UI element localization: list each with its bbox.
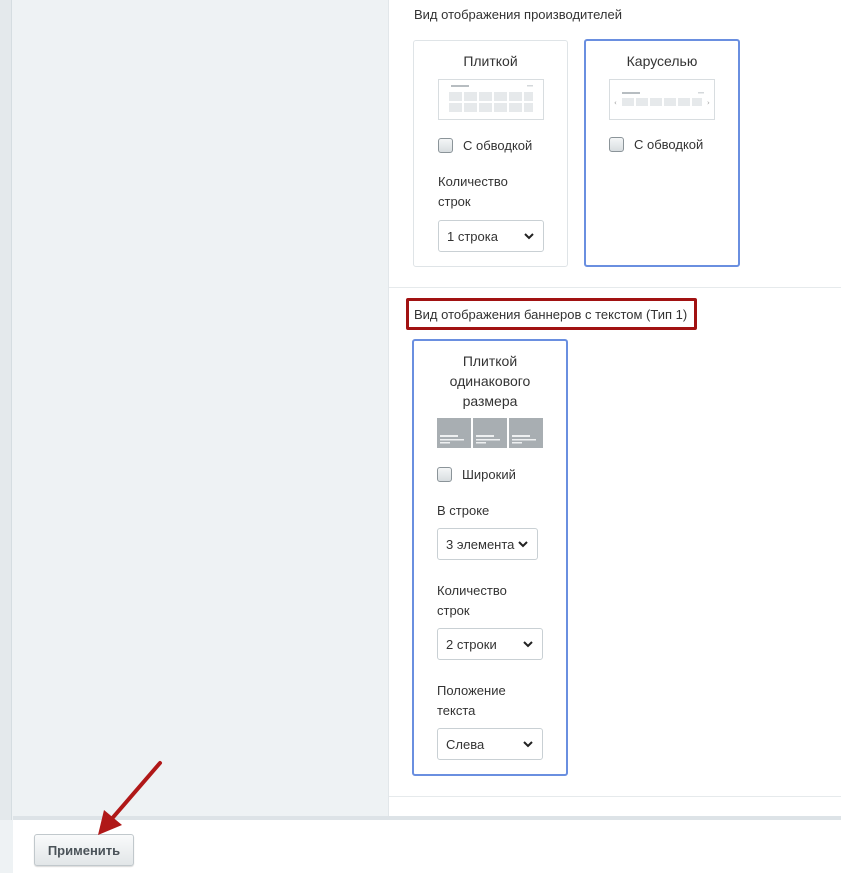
chevron-down-icon	[523, 641, 533, 648]
section-divider	[389, 796, 841, 797]
text-position-value: Слева	[446, 736, 485, 752]
left-edge-strip	[0, 0, 12, 820]
svg-text:‹: ‹	[614, 99, 617, 107]
chevron-down-icon	[518, 541, 528, 548]
svg-text:›: ›	[707, 99, 710, 107]
wide-checkbox[interactable]	[437, 467, 452, 482]
card-title: Плиткой	[463, 53, 518, 69]
banners-section-title: Вид отображения баннеров с текстом (Тип …	[414, 307, 688, 322]
banners-equal-tiles-card[interactable]: Плиткой одинакового размера Широкий В ст…	[412, 339, 568, 776]
outline-checkbox[interactable]	[609, 137, 624, 152]
rows-count-value: 1 строка	[447, 228, 498, 244]
section-divider	[389, 287, 841, 288]
card-title: Плиткой одинакового размера	[449, 353, 531, 409]
tile-layout-preview	[438, 79, 544, 120]
outline-checkbox-row[interactable]: С обводкой	[438, 138, 532, 153]
rows-count-value: 2 строки	[446, 636, 497, 652]
chevron-down-icon	[523, 741, 533, 748]
card-title: Каруселью	[626, 53, 698, 69]
left-panel	[13, 0, 388, 816]
per-row-select[interactable]: 3 элемента	[437, 528, 538, 560]
outline-checkbox[interactable]	[438, 138, 453, 153]
manufacturers-carousel-card[interactable]: Каруселью ‹ › С обводкой	[584, 39, 740, 267]
wide-checkbox-label: Широкий	[462, 467, 516, 482]
footer-bar: Применить	[13, 816, 841, 873]
rows-count-select[interactable]: 2 строки	[437, 628, 543, 660]
outline-checkbox-label: С обводкой	[634, 137, 704, 152]
outline-checkbox-row[interactable]: С обводкой	[609, 137, 703, 152]
manufacturers-section-title: Вид отображения производителей	[414, 7, 622, 22]
text-position-label: Положение текста	[437, 683, 506, 718]
manufacturers-tile-card[interactable]: Плиткой С обводкой Количество строк 1 ст…	[413, 40, 568, 267]
rows-count-select[interactable]: 1 строка	[438, 220, 544, 252]
carousel-layout-preview: ‹ ›	[609, 79, 715, 120]
apply-button[interactable]: Применить	[34, 834, 134, 866]
rows-count-label: Количество строк	[438, 174, 508, 209]
per-row-label: В строке	[437, 503, 490, 518]
text-position-select[interactable]: Слева	[437, 728, 543, 760]
wide-checkbox-row[interactable]: Широкий	[437, 467, 516, 482]
rows-count-label: Количество строк	[437, 583, 507, 618]
settings-panel[interactable]: Вид отображения производителей Плиткой С…	[388, 0, 841, 816]
banner-tiles-preview	[437, 418, 543, 448]
chevron-down-icon	[524, 233, 534, 240]
outline-checkbox-label: С обводкой	[463, 138, 533, 153]
per-row-value: 3 элемента	[446, 536, 515, 552]
